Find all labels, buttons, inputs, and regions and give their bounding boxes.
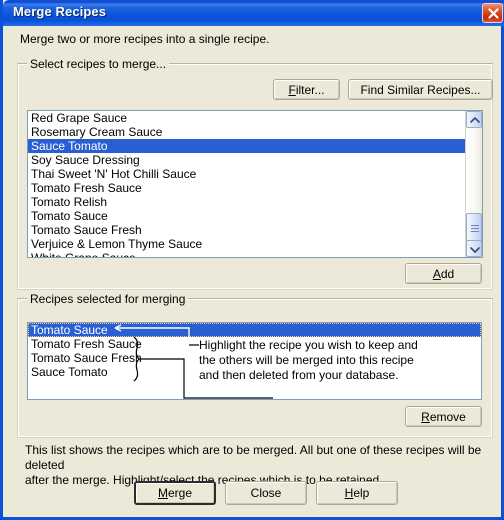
list-item[interactable]: Verjuice & Lemon Thyme Sauce [28, 237, 465, 251]
intro-text: Merge two or more recipes into a single … [20, 32, 270, 46]
list-item[interactable]: Sauce Tomato [28, 139, 465, 153]
chevron-up-icon[interactable] [466, 111, 482, 128]
scroll-thumb-grip [471, 225, 479, 233]
window-title: Merge Recipes [13, 4, 107, 19]
annotation-line-2: the others will be merged into this reci… [199, 353, 414, 367]
chevron-down-icon[interactable] [466, 240, 482, 257]
available-recipes-listbox[interactable]: Red Grape Sauce Rosemary Cream Sauce Sauce… [27, 110, 483, 258]
scrollbar-track[interactable] [466, 128, 482, 245]
merge-list-group-label: Recipes selected for merging [27, 292, 189, 306]
listbox-scrollbar[interactable] [465, 111, 482, 257]
list-item[interactable]: Thai Sweet 'N' Hot Chilli Sauce [28, 167, 465, 181]
title-bar: Merge Recipes [3, 0, 504, 26]
list-item[interactable]: Tomato Sauce [28, 209, 465, 223]
close-button[interactable]: Close [225, 481, 307, 505]
chevron-down-glyph [470, 247, 480, 253]
chevron-up-glyph [470, 117, 480, 123]
close-x-glyph [488, 8, 499, 19]
select-recipes-group-label: Select recipes to merge... [27, 57, 170, 71]
list-item[interactable]: Rosemary Cream Sauce [28, 125, 465, 139]
list-item[interactable]: Tomato Sauce [28, 323, 481, 337]
annotation-text: Highlight the recipe you wish to keep an… [199, 338, 418, 383]
list-item[interactable]: Soy Sauce Dressing [28, 153, 465, 167]
add-button[interactable]: Add [405, 263, 482, 284]
footer-note-line-1: This list shows the recipes which are to… [25, 443, 482, 472]
list-item[interactable]: Red Grape Sauce [28, 111, 465, 125]
list-item[interactable]: White Grape Sauce [28, 251, 465, 257]
help-button[interactable]: Help [316, 481, 398, 505]
merge-recipes-dialog: Merge Recipes Merge two or more recipes … [0, 0, 504, 520]
remove-button[interactable]: Remove [405, 406, 482, 427]
close-icon[interactable] [482, 3, 503, 23]
available-recipes-items: Red Grape Sauce Rosemary Cream Sauce Sauce… [28, 111, 465, 257]
filter-button[interactable]: Filter... [273, 79, 340, 100]
list-item[interactable]: Tomato Sauce Fresh [28, 223, 465, 237]
merge-button[interactable]: Merge [134, 481, 216, 505]
annotation-line-3: and then deleted from your database. [199, 368, 399, 382]
list-item[interactable]: Tomato Relish [28, 195, 465, 209]
list-item[interactable]: Tomato Fresh Sauce [28, 181, 465, 195]
find-similar-recipes-button[interactable]: Find Similar Recipes... [348, 79, 493, 100]
annotation-line-1: Highlight the recipe you wish to keep an… [199, 338, 418, 352]
